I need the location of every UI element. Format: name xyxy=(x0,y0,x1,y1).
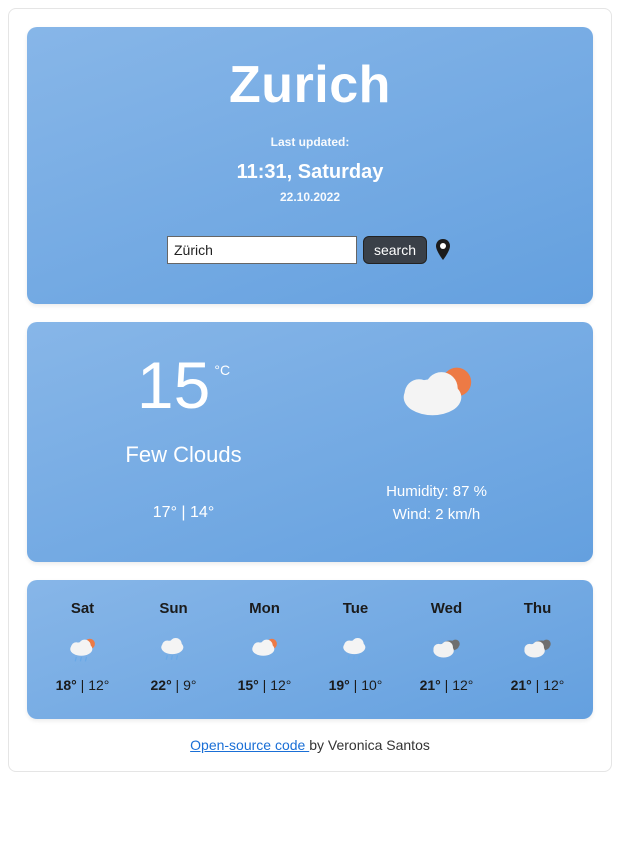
overcast-icon xyxy=(401,635,492,663)
forecast-day: Mon 15° | 12° xyxy=(219,600,310,693)
forecast-day-name: Sun xyxy=(128,600,219,617)
forecast-day-name: Tue xyxy=(310,600,401,617)
location-pin-icon[interactable] xyxy=(433,238,453,262)
forecast-day-name: Thu xyxy=(492,600,583,617)
forecast-day: Wed 21° | 12° xyxy=(401,600,492,693)
city-search-input[interactable] xyxy=(167,236,357,264)
overcast-icon xyxy=(492,635,583,663)
forecast-day: Sun 22° | 9° xyxy=(128,600,219,693)
forecast-day-name: Wed xyxy=(401,600,492,617)
last-updated-date: 22.10.2022 xyxy=(47,190,573,204)
forecast-day-name: Sat xyxy=(37,600,128,617)
search-row: search xyxy=(47,236,573,264)
current-high: 17° xyxy=(153,504,177,521)
forecast-temps: 21° | 12° xyxy=(401,677,492,693)
hilo-separator: | xyxy=(181,504,190,521)
search-button[interactable]: search xyxy=(363,236,427,264)
forecast-temps: 18° | 12° xyxy=(37,677,128,693)
wind-label: Wind: 2 km/h xyxy=(310,504,563,527)
forecast-day: Tue 19° | 10° xyxy=(310,600,401,693)
current-temp-wrap: 15 °C xyxy=(57,352,310,418)
footer-byline: by Veronica Santos xyxy=(309,737,430,753)
few-clouds-sm-icon xyxy=(219,635,310,663)
forecast-day: Sat 18° | 12° xyxy=(37,600,128,693)
city-name: Zurich xyxy=(47,55,573,115)
current-temp: 15 xyxy=(137,352,210,418)
open-source-link[interactable]: Open-source code xyxy=(190,737,309,753)
current-left: 15 °C Few Clouds 17° | 14° xyxy=(57,352,310,526)
few-clouds-icon xyxy=(310,352,563,431)
forecast-temps: 22° | 9° xyxy=(128,677,219,693)
rain-icon xyxy=(128,635,219,663)
current-right: Humidity: 87 % Wind: 2 km/h xyxy=(310,352,563,526)
current-low: 14° xyxy=(190,504,214,521)
rain-icon xyxy=(310,635,401,663)
footer: Open-source code by Veronica Santos xyxy=(27,737,593,753)
app-frame: Zurich Last updated: 11:31, Saturday 22.… xyxy=(8,8,612,772)
current-weather-card: 15 °C Few Clouds 17° | 14° Humidity: 8 xyxy=(27,322,593,562)
humidity-label: Humidity: 87 % xyxy=(310,481,563,504)
rain-sun-icon xyxy=(37,635,128,663)
temp-unit: °C xyxy=(214,362,230,378)
forecast-temps: 15° | 12° xyxy=(219,677,310,693)
forecast-day-name: Mon xyxy=(219,600,310,617)
header-card: Zurich Last updated: 11:31, Saturday 22.… xyxy=(27,27,593,304)
last-updated-time: 11:31, Saturday xyxy=(47,161,573,184)
current-high-low: 17° | 14° xyxy=(57,504,310,522)
forecast-day: Thu 21° | 12° xyxy=(492,600,583,693)
forecast-temps: 21° | 12° xyxy=(492,677,583,693)
current-condition: Few Clouds xyxy=(57,442,310,468)
last-updated-label: Last updated: xyxy=(47,135,573,149)
current-metrics: Humidity: 87 % Wind: 2 km/h xyxy=(310,481,563,526)
forecast-card: Sat 18° | 12° Sun 22° | 9° Mon 15° | 12°… xyxy=(27,580,593,719)
forecast-temps: 19° | 10° xyxy=(310,677,401,693)
